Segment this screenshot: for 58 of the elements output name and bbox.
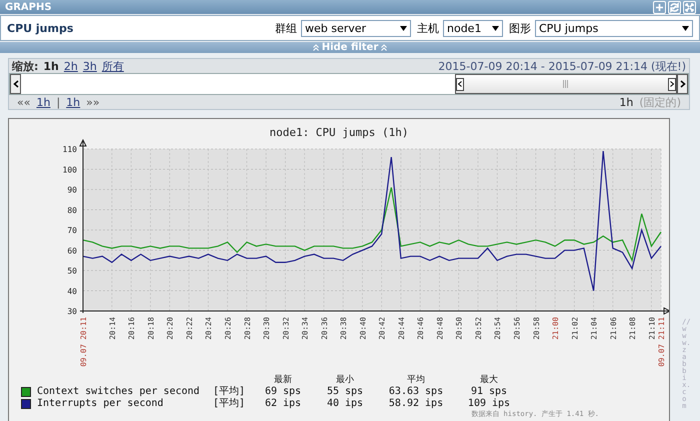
- zoom-option[interactable]: 3h: [82, 60, 97, 72]
- selector-label: 主机: [417, 20, 439, 36]
- scroll-left-button[interactable]: [10, 74, 21, 94]
- back-link[interactable]: ««: [17, 96, 30, 108]
- double-chevron-icon: [312, 44, 319, 51]
- dropdown[interactable]: web server: [301, 20, 411, 36]
- legend-column-header: 最大: [479, 374, 499, 386]
- caret-icon: [492, 26, 499, 30]
- zoom-option[interactable]: 1h: [43, 60, 59, 72]
- legend-value: 69 sps: [264, 386, 302, 398]
- y-tick-label: 30: [67, 307, 77, 316]
- zoom-label: 缩放:: [12, 58, 38, 74]
- legend-value: 58.92 ips: [388, 398, 444, 410]
- selector-label: 图形: [509, 20, 531, 36]
- legend-value: 109 ips: [466, 398, 512, 410]
- forward-link[interactable]: »»: [86, 96, 100, 108]
- separator-text: |: [56, 96, 60, 108]
- caret-icon: [400, 26, 407, 30]
- step-forward-link[interactable]: 1h: [66, 96, 80, 108]
- dropdown[interactable]: node1: [443, 20, 503, 36]
- period-length: 1h: [619, 96, 634, 108]
- caret-icon: [682, 26, 689, 30]
- chart-title: node1: CPU jumps (1h): [269, 126, 409, 139]
- step-back-link[interactable]: 1h: [36, 96, 50, 108]
- dropdown[interactable]: CPU jumps: [535, 20, 693, 36]
- scroll-right-button[interactable]: [677, 74, 688, 94]
- double-chevron-icon: [381, 44, 388, 51]
- period-handle[interactable]: [455, 74, 677, 94]
- zoom-option[interactable]: 2h: [64, 60, 78, 72]
- y-tick-label: 40: [67, 286, 77, 296]
- legend-value: 40 ips: [326, 398, 364, 410]
- legend-column-header: 最小: [335, 374, 355, 386]
- section-title: GRAPHS: [5, 2, 52, 12]
- legend-value: 63.63 sps: [388, 386, 444, 398]
- y-tick-label: 50: [67, 266, 77, 276]
- legend-column-header: 最新: [273, 374, 293, 386]
- zoom-option[interactable]: 所有: [102, 58, 124, 74]
- y-tick-label: 100: [62, 165, 77, 174]
- chevron-icon: [458, 81, 462, 87]
- y-tick-label: 60: [67, 246, 77, 256]
- legend-value: 55 sps: [326, 386, 364, 398]
- legend-function: [平均]: [213, 398, 246, 410]
- y-tick-label: 80: [67, 206, 77, 215]
- legend-label: Interrupts per second: [37, 398, 164, 410]
- legend-column-header: 平均: [406, 374, 426, 386]
- selector-label: 群组: [275, 20, 297, 36]
- period-range: 2015-07-09 20:14 - 2015-07-09 21:14 (现在!): [438, 58, 686, 74]
- chevron-icon: [12, 80, 18, 88]
- legend-label: Context switches per second: [37, 386, 201, 398]
- legend-value: 91 sps: [470, 386, 508, 398]
- legend-value: 62 ips: [264, 398, 302, 410]
- period-mode: (固定的): [639, 94, 681, 110]
- timeline-scrollbar[interactable]: [9, 73, 689, 95]
- legend-function: [平均]: [213, 386, 246, 398]
- y-tick-label: 70: [67, 226, 77, 235]
- y-tick-label: 90: [67, 186, 77, 194]
- y-tick-label: 110: [62, 145, 77, 154]
- graph-name: CPU jumps: [7, 22, 74, 34]
